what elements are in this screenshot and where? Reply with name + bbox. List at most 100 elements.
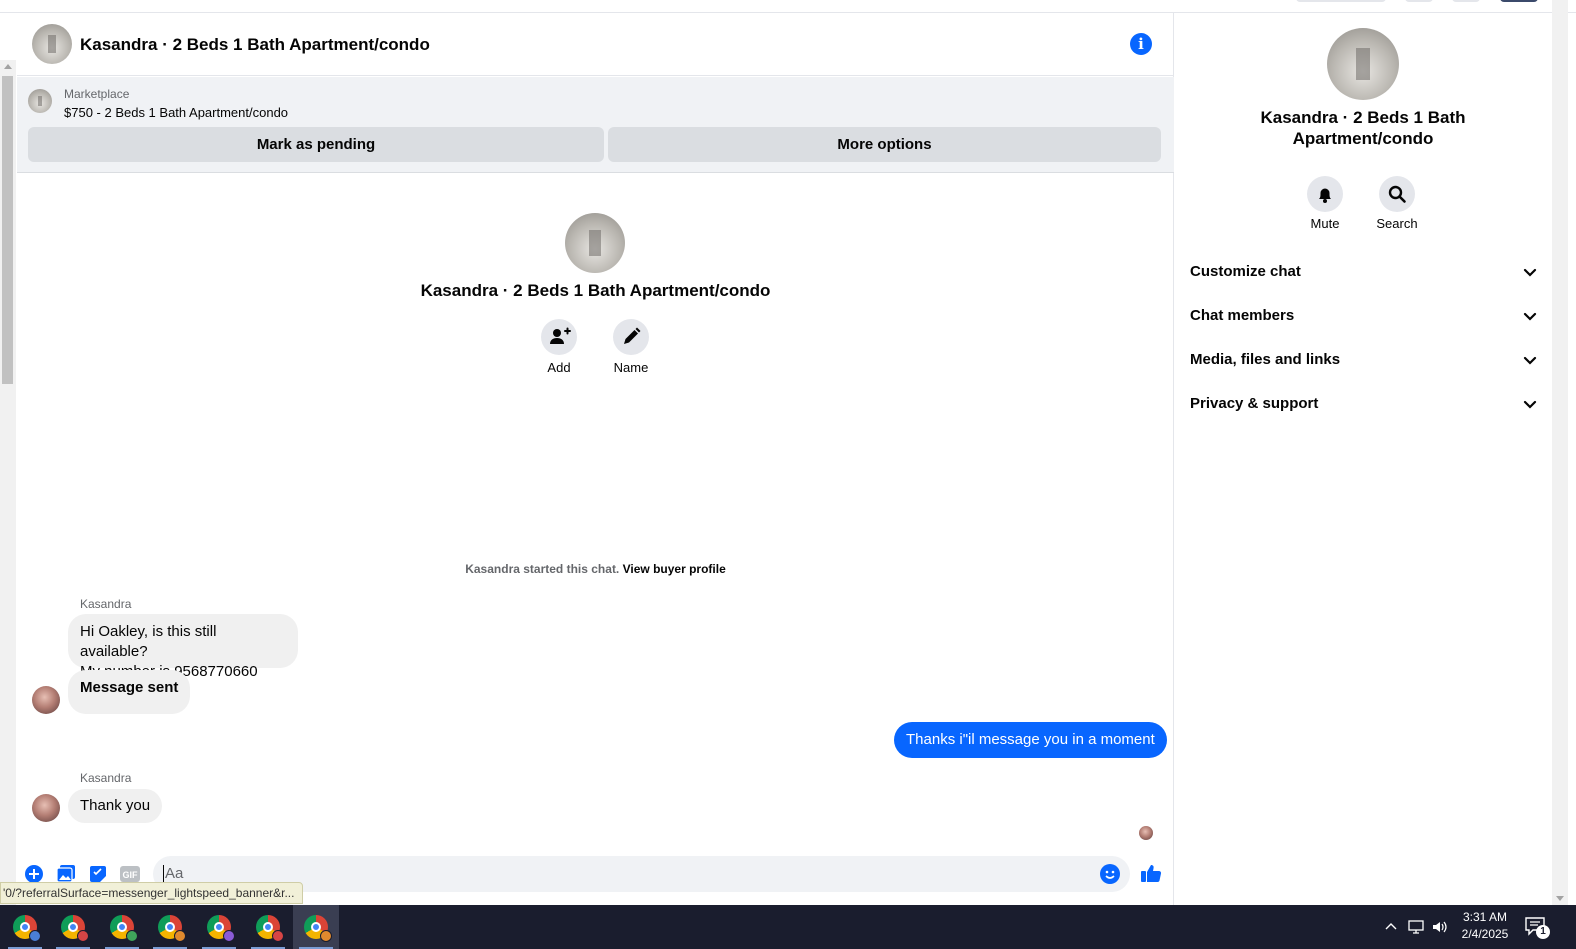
thumbs-up-icon[interactable] [1140,862,1162,884]
scroll-up-icon[interactable] [4,64,12,69]
messenger-window: Kasandra · 2 Beds 1 Bath Apartment/condo… [0,0,1576,949]
chrome-icon [304,915,332,942]
scroll-down-icon[interactable] [1556,896,1564,901]
right-scrollbar[interactable] [1552,0,1568,905]
svg-text:GIF: GIF [123,870,139,880]
chat-started-text: Kasandra started this chat. [465,562,623,576]
section-label: Customize chat [1190,263,1301,280]
scroll-thumb[interactable] [2,76,13,384]
top-pill [1452,0,1480,2]
conversation-header: Kasandra · 2 Beds 1 Bath Apartment/condo… [17,13,1174,76]
search-label: Search [1376,216,1418,231]
taskbar-chrome-app[interactable] [196,905,242,949]
clock-time: 3:31 AM [1462,910,1508,924]
mute-button[interactable] [1307,176,1343,212]
message-bubble[interactable]: Message sent [68,670,191,714]
left-scrollbar[interactable] [0,60,16,905]
notification-count-badge: 1 [1536,925,1550,939]
listing-thumbnail[interactable] [28,89,52,113]
sticker-icon[interactable] [88,864,108,884]
chrome-icon [256,915,284,942]
listing-category: Marketplace [64,87,130,101]
section-label: Chat members [1190,307,1295,324]
chrome-icon [61,915,89,942]
profile-badge [29,930,41,942]
taskbar-chrome-app[interactable] [245,905,291,949]
conversation-avatar[interactable] [32,24,72,64]
section-label: Privacy & support [1190,395,1319,412]
text-caret [163,865,164,883]
emoji-icon[interactable] [1100,864,1120,884]
name-button[interactable] [613,319,649,355]
details-title-line: Kasandra · 2 Beds 1 Bath [1260,108,1466,127]
details-avatar[interactable] [1327,28,1399,100]
notification-center[interactable]: 1 [1524,916,1550,939]
profile-badge [77,930,89,942]
more-options-button[interactable]: More options [608,127,1161,162]
taskbar: 3:31 AM 2/4/2025 1 [0,905,1576,949]
sender-avatar[interactable] [32,686,60,714]
taskbar-chrome-app[interactable] [50,905,96,949]
chat-details-panel: Kasandra · 2 Beds 1 Bath Apartment/condo… [1175,13,1551,905]
profile-badge [320,930,332,942]
plus-icon[interactable] [24,864,44,884]
taskbar-chrome-app-active[interactable] [293,905,339,949]
read-receipt-avatar [1139,826,1153,840]
message-bubble[interactable]: Hi Oakley, is this still available? My n… [68,614,298,680]
view-buyer-profile-link[interactable]: View buyer profile [623,562,726,576]
message-input-placeholder: Aa [165,865,184,882]
info-icon[interactable]: i [1130,33,1152,55]
top-avatar[interactable] [1500,0,1538,2]
taskbar-chrome-app[interactable] [147,905,193,949]
top-strip [0,0,1576,13]
gif-icon[interactable]: GIF [120,864,140,884]
section-privacy-support[interactable]: Privacy & support [1190,384,1538,424]
taskbar-chrome-app[interactable] [2,905,48,949]
mute-label: Mute [1310,216,1340,231]
name-label: Name [613,360,649,375]
conversation-pane: Kasandra · 2 Beds 1 Bath Apartment/condo… [17,13,1174,905]
add-label: Add [547,360,571,375]
profile-badge [223,930,235,942]
search-icon [1388,185,1406,203]
message-bubble[interactable]: Thank you [68,789,163,823]
network-icon[interactable] [1407,918,1425,936]
my-message-bubble[interactable]: Thanks i"il message you in a moment [894,722,1167,758]
chat-started-note: Kasandra started this chat. View buyer p… [17,562,1174,576]
top-pill [1296,0,1386,2]
sender-avatar[interactable] [32,794,60,822]
chevron-up-icon[interactable] [1384,920,1398,934]
add-person-icon [550,327,571,344]
section-media-files-links[interactable]: Media, files and links [1190,340,1538,380]
status-bar-url: '0/?referralSurface=messenger_lightspeed… [0,882,304,904]
taskbar-chrome-app[interactable] [99,905,145,949]
chrome-icon [13,915,41,942]
section-chat-members[interactable]: Chat members [1190,296,1538,336]
chevron-down-icon [1523,400,1537,409]
message-sender: Kasandra [80,771,132,785]
details-title-line: Apartment/condo [1292,129,1434,148]
conversation-title[interactable]: Kasandra · 2 Beds 1 Bath Apartment/condo [80,35,430,55]
details-title: Kasandra · 2 Beds 1 Bath Apartment/condo [1175,107,1551,149]
clock-date: 2/4/2025 [1461,927,1509,941]
bell-icon [1319,188,1331,203]
chrome-icon [110,915,138,942]
profile-badge [272,930,284,942]
system-clock[interactable]: 3:31 AM 2/4/2025 [1440,909,1530,943]
mark-as-pending-button[interactable]: Mark as pending [28,127,604,162]
intro-title: Kasandra · 2 Beds 1 Bath Apartment/condo [420,281,771,300]
chevron-down-icon [1523,312,1537,321]
pencil-icon [624,327,641,344]
profile-badge [174,930,186,942]
top-pill [1405,0,1433,2]
marketplace-listing-banner: Marketplace $750 - 2 Beds 1 Bath Apartme… [17,77,1174,173]
add-button[interactable] [541,319,577,355]
section-label: Media, files and links [1190,351,1341,368]
section-customize-chat[interactable]: Customize chat [1190,252,1538,292]
chevron-down-icon [1523,268,1537,277]
message-sender: Kasandra [80,597,132,611]
photo-icon[interactable] [56,864,76,884]
search-button[interactable] [1379,176,1415,212]
chevron-down-icon [1523,356,1537,365]
listing-item[interactable]: $750 - 2 Beds 1 Bath Apartment/condo [64,105,288,120]
